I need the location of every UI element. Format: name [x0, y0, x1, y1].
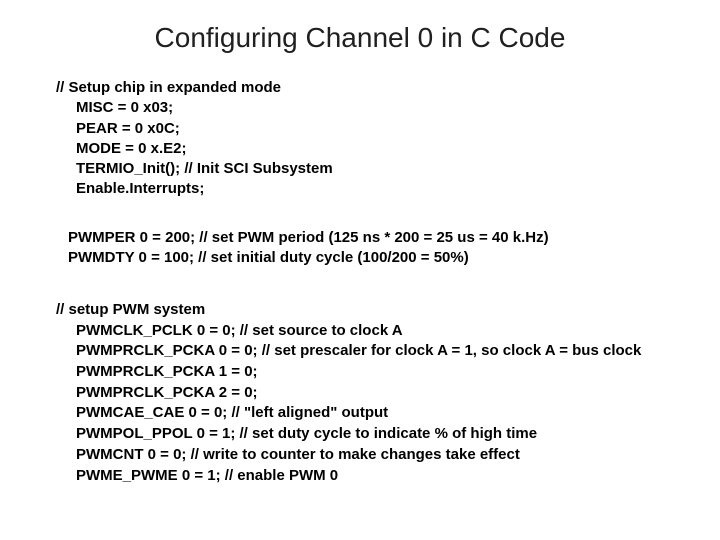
- code-line: PEAR = 0 x0C;: [76, 120, 180, 137]
- code-line: PWME_PWME 0 = 1; // enable PWM 0: [76, 467, 338, 484]
- code-line: PWMPRCLK_PCKA 1 = 0;: [76, 363, 258, 380]
- code-block-period: PWMPER 0 = 200; // set PWM period (125 n…: [68, 228, 549, 269]
- slide-title: Configuring Channel 0 in C Code: [0, 22, 720, 54]
- code-line: Enable.Interrupts;: [76, 180, 204, 197]
- code-line: // setup PWM system: [56, 300, 641, 321]
- code-block-pwm: // setup PWM system PWMCLK_PCLK 0 = 0; /…: [56, 300, 641, 486]
- code-line: PWMPER 0 = 200; // set PWM period (125 n…: [68, 228, 549, 248]
- code-line: PWMCAE_CAE 0 = 0; // "left aligned" outp…: [76, 404, 388, 421]
- code-line: PWMPRCLK_PCKA 2 = 0;: [76, 384, 258, 401]
- code-line: PWMPOL_PPOL 0 = 1; // set duty cycle to …: [76, 425, 537, 442]
- code-line: MODE = 0 x.E2;: [76, 140, 186, 157]
- code-line: MISC = 0 x03;: [76, 99, 173, 116]
- code-line: PWMCLK_PCLK 0 = 0; // set source to cloc…: [76, 322, 403, 339]
- code-line: // Setup chip in expanded mode: [56, 78, 333, 98]
- slide: Configuring Channel 0 in C Code // Setup…: [0, 0, 720, 540]
- code-line: TERMIO_Init(); // Init SCI Subsystem: [76, 160, 333, 177]
- code-line: PWMPRCLK_PCKA 0 = 0; // set prescaler fo…: [76, 342, 641, 359]
- code-block-setup: // Setup chip in expanded mode MISC = 0 …: [56, 78, 333, 200]
- code-line: PWMCNT 0 = 0; // write to counter to mak…: [76, 446, 520, 463]
- code-line: PWMDTY 0 = 100; // set initial duty cycl…: [68, 248, 549, 268]
